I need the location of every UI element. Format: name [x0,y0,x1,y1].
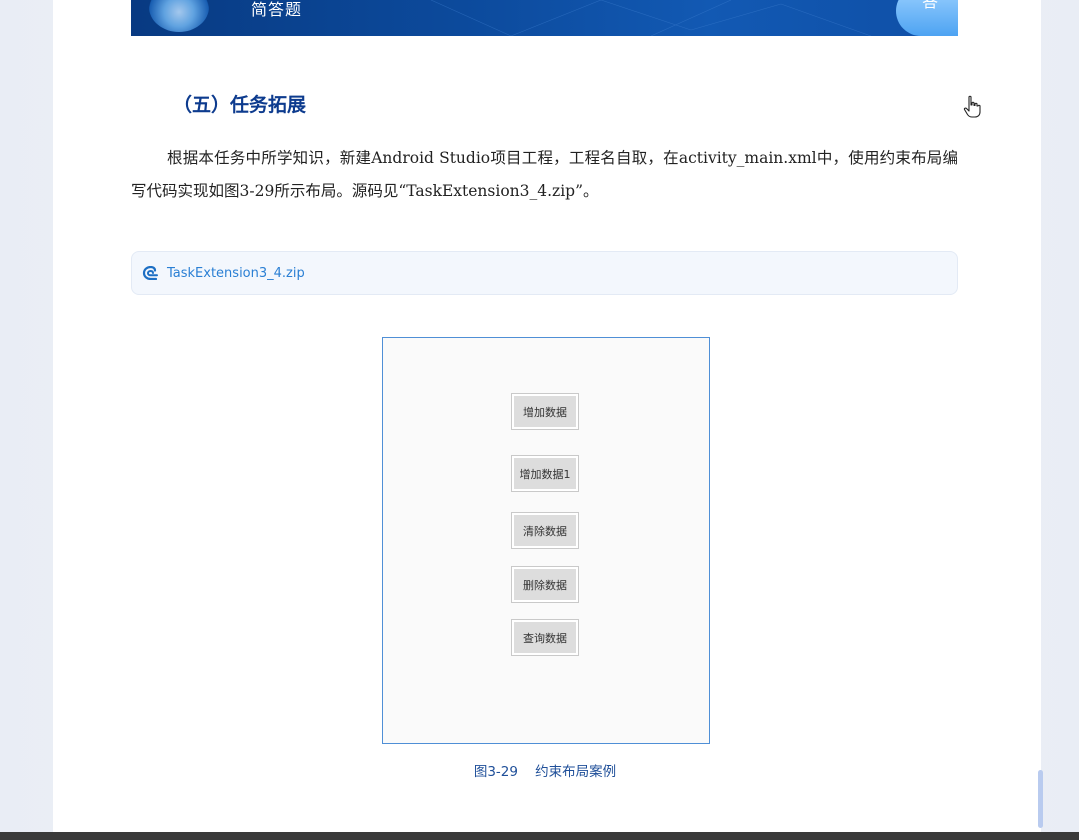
section-heading: （五）任务拓展 [173,94,307,116]
attachment-link-icon [141,264,159,282]
section-banner: 简答题 答 [131,0,958,36]
query-data-button-label: 查询数据 [514,622,576,653]
attachment-filename-link[interactable]: TaskExtension3_4.zip [167,266,305,281]
banner-title: 简答题 [251,0,303,19]
query-data-button: 查询数据 [511,619,579,656]
answer-badge-icon: 答 [921,0,938,11]
bottom-edge-bar [0,832,1079,840]
task-paragraph: 根据本任务中所学知识，新建Android Studio项目工程，工程名自取，在a… [131,149,958,200]
clear-data-button: 清除数据 [511,512,579,549]
delete-data-button: 删除数据 [511,566,579,603]
viewport: 简答题 答 （五）任务拓展 根据本任务中所学知识，新建Android Studi… [0,0,1079,840]
banner-badge: 答 [896,0,958,36]
layout-figure: 增加数据 增加数据1 清除数据 删除数据 查询数据 [382,337,710,744]
delete-data-button-label: 删除数据 [514,569,576,600]
figure-caption: 图3-29 约束布局案例 [473,764,617,780]
attachment-card[interactable]: TaskExtension3_4.zip [131,251,958,295]
clear-data-button-label: 清除数据 [514,515,576,546]
scrollbar-thumb[interactable] [1038,770,1043,828]
add-data-1-button-label: 增加数据1 [514,458,576,489]
add-data-button: 增加数据 [511,393,579,430]
add-data-1-button: 增加数据1 [511,455,579,492]
hand-pointer-icon [963,95,981,118]
add-data-button-label: 增加数据 [514,396,576,427]
